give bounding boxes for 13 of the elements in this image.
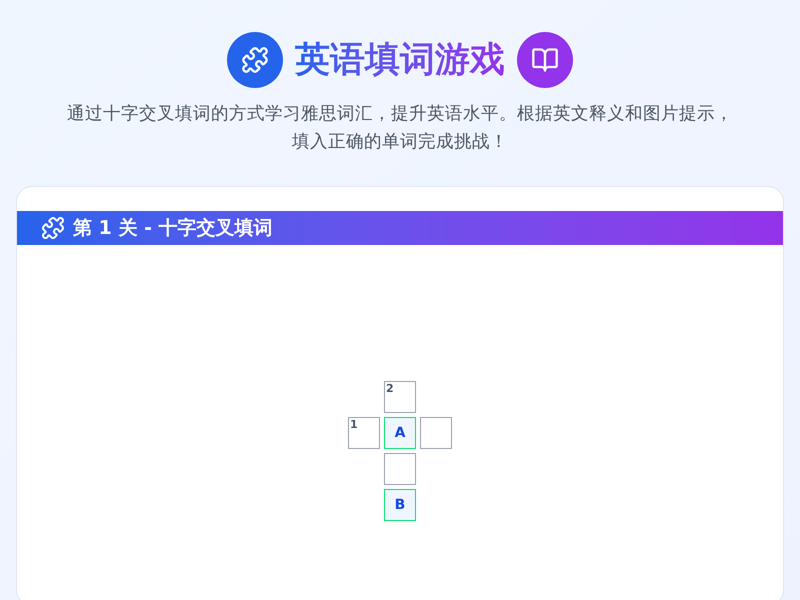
crossword-cell[interactable]: 1 [348, 417, 380, 449]
cell-letter: B [394, 496, 406, 515]
crossword-cell[interactable] [420, 417, 452, 449]
cell-letter: A [394, 424, 406, 443]
puzzle-icon [41, 216, 65, 240]
level-title: 第 1 关 - 十字交叉填词 [73, 216, 273, 241]
crossword-cell[interactable]: 2 [384, 381, 416, 413]
crossword-cell[interactable]: A [384, 417, 416, 449]
clue-number: 2 [386, 382, 394, 395]
crossword-cell[interactable]: B [384, 489, 416, 521]
clue-number: 1 [350, 418, 358, 431]
crossword-cell[interactable] [384, 453, 416, 485]
page-description: 通过十字交叉填词的方式学习雅思词汇，提升英语水平。根据英文释义和图片提示，填入正确的单词完成挑战！ [66, 103, 734, 154]
